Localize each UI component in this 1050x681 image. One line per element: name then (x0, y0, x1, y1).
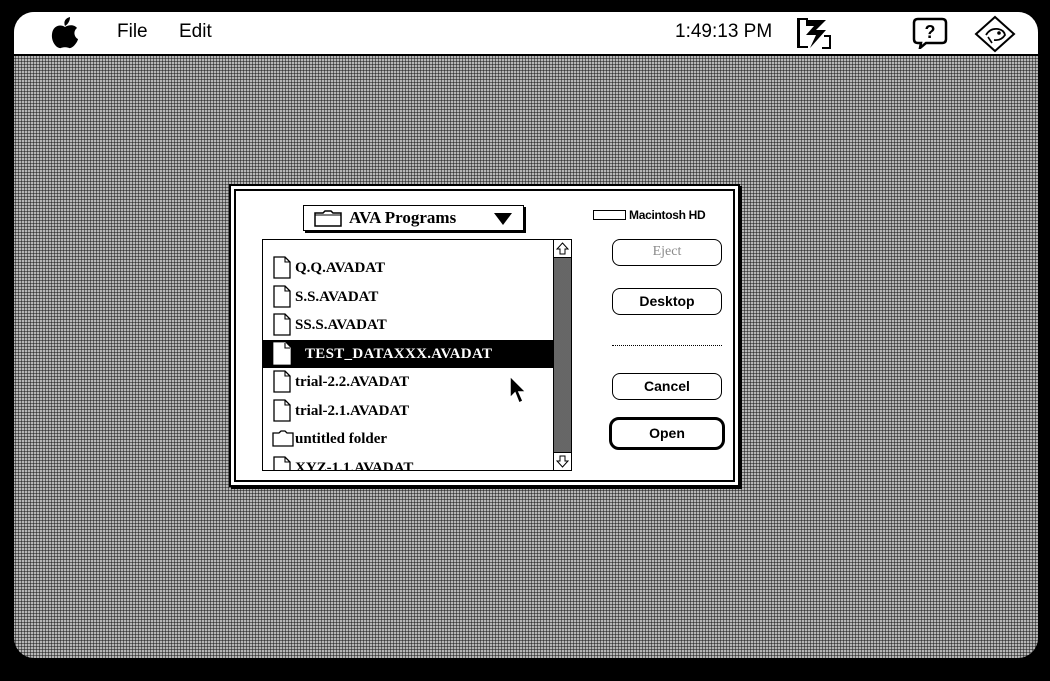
folder-icon (314, 210, 342, 227)
open-file-dialog: AVA Programs Macintosh HD Q.Q.AVADAT S.S… (229, 184, 740, 487)
open-button[interactable]: Open (609, 417, 725, 450)
folder-popup-menu[interactable]: AVA Programs (303, 205, 524, 231)
file-row[interactable]: XYZ-1.1.AVADAT (263, 454, 553, 471)
file-name: untitled folder (295, 431, 388, 447)
document-icon (273, 256, 291, 279)
document-icon (273, 455, 291, 470)
disk-name-label: Macintosh HD (629, 208, 706, 222)
disk-name: Macintosh HD (593, 208, 706, 222)
svg-text:?: ? (925, 22, 936, 42)
file-name: TEST_DATAXXX.AVADAT (305, 345, 493, 362)
cancel-button[interactable]: Cancel (612, 373, 722, 400)
desktop-button[interactable]: Desktop (612, 288, 722, 315)
document-icon (273, 284, 291, 308)
menubar-clock: 1:49:13 PM (675, 21, 773, 42)
file-list[interactable]: Q.Q.AVADAT S.S.AVADAT SS.S.AVADAT TEST_D… (262, 239, 572, 471)
mouse-pointer-icon (509, 374, 528, 405)
file-name: Q.Q.AVADAT (295, 260, 386, 276)
file-name: S.S.AVADAT (295, 288, 379, 305)
file-name: trial-2.1.AVADAT (295, 402, 410, 419)
folder-icon (272, 430, 294, 447)
popup-triangle-icon (494, 213, 512, 225)
scroll-up-button[interactable] (554, 240, 571, 258)
document-icon (273, 341, 291, 365)
open-button-label: Open (649, 425, 685, 441)
file-row[interactable]: S.S.AVADAT (263, 283, 553, 312)
file-row[interactable]: SS.S.AVADAT (263, 311, 553, 340)
scroll-down-arrow-icon (556, 455, 569, 468)
dialog-frame: AVA Programs Macintosh HD Q.Q.AVADAT S.S… (234, 189, 735, 482)
apple-icon[interactable] (50, 17, 80, 49)
hard-disk-icon (593, 210, 626, 220)
scroll-up-arrow-icon (556, 242, 569, 255)
file-row-selected[interactable]: TEST_DATAXXX.AVADAT (263, 339, 553, 368)
help-balloon-icon[interactable]: ? (912, 17, 948, 49)
file-name: XYZ-1.1.AVADAT (295, 459, 414, 471)
folder-popup-label: AVA Programs (349, 208, 457, 227)
menu-file[interactable]: File (117, 21, 148, 43)
file-name: trial-2.2.AVADAT (295, 374, 410, 390)
file-list-rows: Q.Q.AVADAT S.S.AVADAT SS.S.AVADAT TEST_D… (263, 254, 553, 471)
finder-icon[interactable] (974, 15, 1016, 53)
folder-row[interactable]: untitled folder (263, 425, 553, 454)
document-icon (273, 370, 291, 393)
file-name: SS.S.AVADAT (295, 317, 387, 333)
desktop: File Edit 1:49:13 PM ? AVA Programs Maci… (14, 12, 1038, 658)
menu-bar: File Edit 1:49:13 PM ? (14, 12, 1038, 56)
menu-edit[interactable]: Edit (179, 21, 212, 43)
document-icon (273, 398, 291, 422)
button-divider (612, 345, 722, 346)
eject-button[interactable]: Eject (612, 239, 722, 266)
scroll-down-button[interactable] (554, 452, 571, 470)
file-row[interactable]: Q.Q.AVADAT (263, 254, 553, 283)
application-menu-icon[interactable] (794, 16, 834, 50)
document-icon (273, 313, 291, 336)
file-list-scrollbar[interactable] (553, 240, 571, 470)
